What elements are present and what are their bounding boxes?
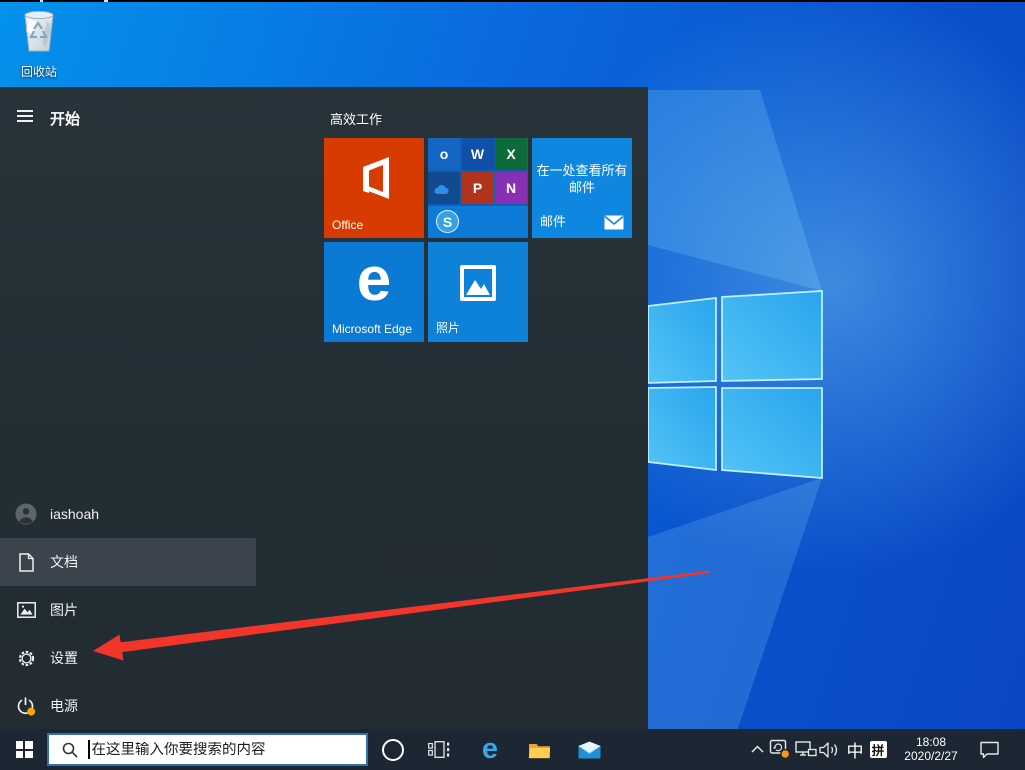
mail-envelope-icon (604, 215, 624, 230)
start-user-label: iashoah (50, 506, 100, 522)
pictures-icon (15, 602, 37, 618)
office-apps-mini-grid: o W X P N (428, 138, 528, 205)
edge-icon: e (481, 732, 499, 765)
tile-grid: Office o W X P N S 在一处查看所有 邮件 邮件 e Micro… (324, 138, 636, 346)
edge-logo-icon: e (356, 245, 392, 314)
excel-icon: X (506, 146, 516, 162)
tile-microsoft-edge[interactable]: e Microsoft Edge (324, 242, 424, 342)
start-documents-item[interactable]: 文档 (0, 538, 256, 586)
word-icon: W (470, 146, 485, 162)
file-explorer-icon (528, 743, 550, 758)
cortana-circle-icon (381, 738, 404, 761)
tile-mail[interactable]: 在一处查看所有 邮件 邮件 (532, 138, 632, 238)
tile-office-apps-folder[interactable]: o W X P N S (428, 138, 528, 238)
search-input[interactable] (91, 741, 366, 758)
cortana-button[interactable] (380, 737, 405, 762)
chevron-up-icon (750, 745, 764, 753)
tile-office-label: Office (332, 218, 364, 232)
user-avatar-icon (15, 503, 37, 525)
tray-volume-icon[interactable] (818, 741, 842, 758)
mail-taskbar-button[interactable] (576, 740, 602, 759)
mail-tile-text-line1: 在一处查看所有 (536, 163, 628, 178)
start-menu-panel: 开始 高效工作 Office o W X P N S 在一处查看所有 邮件 邮件… (0, 87, 648, 729)
skype-letter: S (442, 213, 453, 230)
recycle-bin-label: 回收站 (20, 65, 57, 79)
recycle-bin-desktop-icon[interactable]: 回收站 (10, 5, 68, 79)
speaker-icon (819, 741, 838, 758)
clock-time: 18:08 (915, 735, 947, 749)
tile-edge-label: Microsoft Edge (332, 322, 413, 336)
tile-mail-label: 邮件 (540, 214, 567, 229)
start-documents-label: 文档 (50, 554, 78, 570)
taskbar-search-box[interactable] (47, 733, 368, 766)
onedrive-mini-tile[interactable] (428, 171, 460, 204)
file-explorer-button[interactable] (526, 740, 552, 759)
mail-tile-text: 在一处查看所有 邮件 (532, 162, 632, 196)
top-edge-window-strip (0, 0, 1025, 2)
task-view-icon (428, 741, 450, 758)
onedrive-cloud-icon (434, 184, 449, 194)
start-settings-label: 设置 (50, 650, 78, 666)
tray-ime-mode-indicator[interactable]: 中 (843, 738, 867, 761)
tile-group-title: 高效工作 (330, 112, 383, 127)
tray-windows-update-icon[interactable] (768, 739, 792, 760)
powerpoint-mini-tile[interactable]: P (461, 171, 494, 204)
search-icon (62, 742, 78, 758)
start-power-label: 电源 (50, 698, 78, 714)
action-center-button[interactable] (975, 739, 1003, 760)
powerpoint-icon: P (472, 179, 483, 196)
office-logo-icon (363, 157, 389, 199)
top-strip-gap (104, 0, 108, 2)
desktop-screen: 回收站 开始 高效工作 Office o W X P N S 在一处查看所有 邮… (0, 0, 1025, 770)
start-user-item[interactable]: iashoah (0, 490, 256, 538)
skype-mini-strip[interactable]: S (428, 206, 528, 238)
mail-tile-text-line2: 邮件 (568, 180, 595, 195)
photos-icon (460, 265, 496, 301)
skype-icon: S (436, 210, 459, 233)
excel-mini-tile[interactable]: X (495, 138, 527, 170)
tile-photos-label: 照片 (436, 321, 461, 335)
mail-icon (578, 741, 600, 758)
action-center-icon (979, 741, 999, 758)
power-icon (15, 696, 37, 716)
onenote-mini-tile[interactable]: N (495, 171, 527, 204)
start-menu-header: 开始 (0, 87, 256, 135)
outlook-mini-tile[interactable]: o (428, 138, 460, 170)
tray-network-icon[interactable] (794, 741, 818, 758)
tray-show-hidden-icons-button[interactable] (749, 744, 765, 754)
ethernet-network-icon (795, 741, 817, 757)
hamburger-menu-icon[interactable] (17, 110, 33, 122)
edge-taskbar-button[interactable]: e (475, 732, 505, 766)
update-restart-icon (769, 739, 790, 760)
tray-ime-pinyin-indicator[interactable]: 拼 (869, 740, 887, 758)
tray-clock[interactable]: 18:08 2020/2/27 (897, 735, 965, 763)
outlook-icon: o (439, 146, 449, 162)
start-power-item[interactable]: 电源 (0, 682, 256, 730)
taskbar: e (0, 729, 1025, 770)
start-pictures-item[interactable]: 图片 (0, 586, 256, 634)
word-mini-tile[interactable]: W (461, 138, 494, 170)
windows-logo-icon (15, 741, 33, 758)
onenote-icon: N (505, 179, 517, 196)
recycle-bin-icon (24, 10, 54, 52)
start-settings-item[interactable]: 设置 (0, 634, 256, 682)
start-button[interactable] (0, 729, 48, 770)
pinyin-badge: 拼 (869, 740, 887, 758)
settings-gear-icon (15, 649, 37, 668)
tile-office[interactable]: Office (324, 138, 424, 238)
tile-photos[interactable]: 照片 (428, 242, 528, 342)
clock-date: 2020/2/27 (904, 748, 958, 763)
ime-mode-label: 中 (846, 741, 864, 761)
document-icon (15, 552, 37, 572)
text-cursor (88, 740, 90, 759)
start-menu-title: 开始 (50, 111, 81, 128)
task-view-button[interactable] (427, 740, 451, 759)
start-pictures-label: 图片 (50, 602, 78, 618)
top-strip-gap (40, 0, 43, 2)
